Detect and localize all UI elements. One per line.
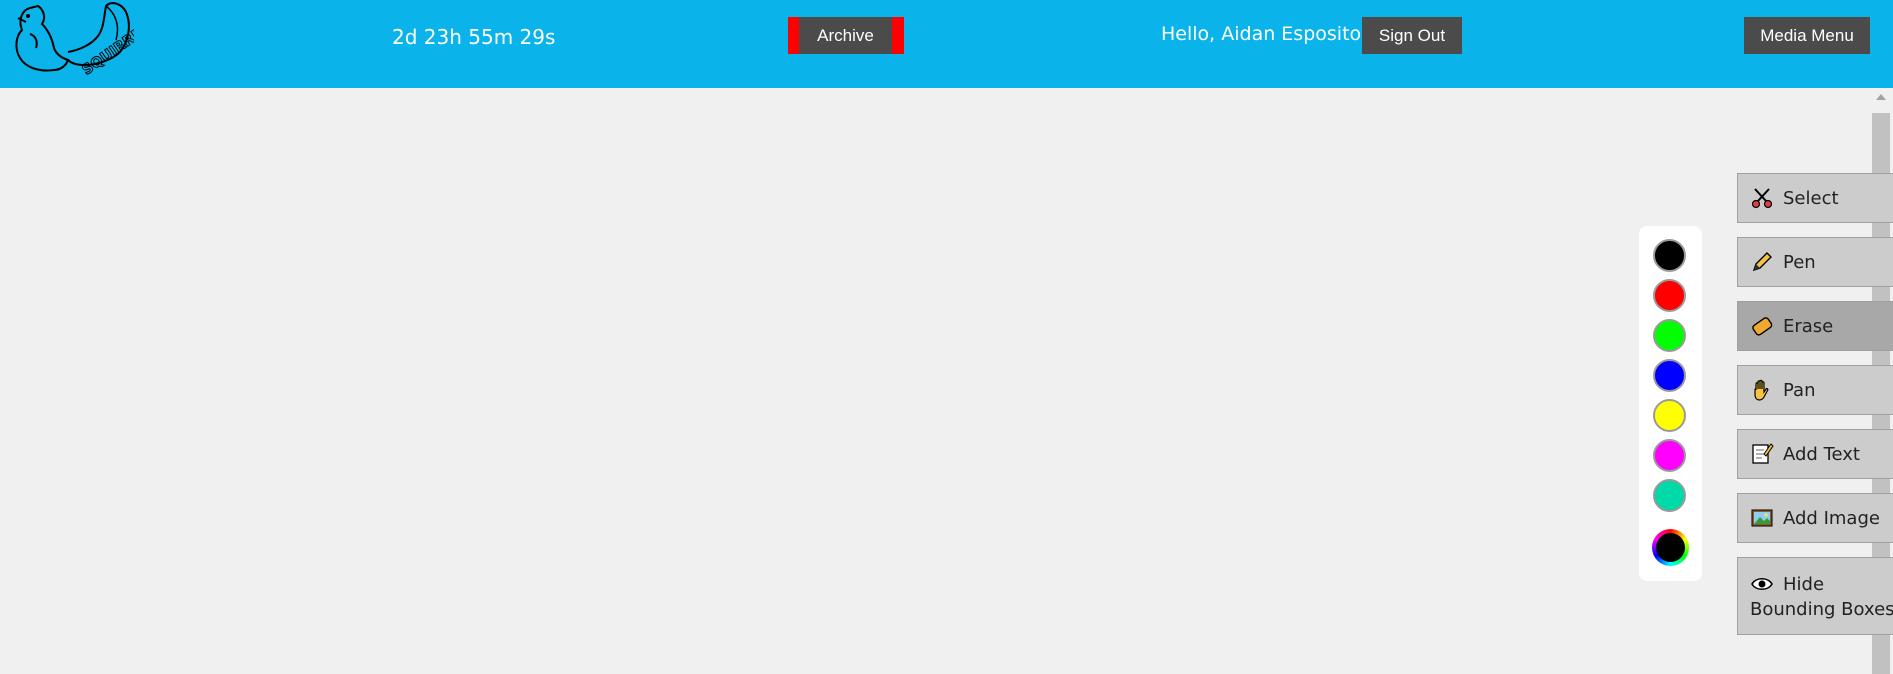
sign-out-button[interactable]: Sign Out [1362, 17, 1462, 54]
archive-button[interactable]: Archive [799, 17, 892, 54]
tool-label: Pen [1783, 251, 1816, 273]
tool-select-button[interactable]: Select [1737, 173, 1893, 223]
tool-label: Add Image [1783, 507, 1880, 529]
color-swatch-teal[interactable] [1653, 479, 1686, 512]
tool-pan-button[interactable]: Pan [1737, 365, 1893, 415]
top-bar: SQUIRREL 2d 23h 55m 29s Archive Hello, A… [0, 0, 1893, 88]
color-swatch-yellow[interactable] [1653, 399, 1686, 432]
color-swatch-red[interactable] [1653, 279, 1686, 312]
user-greeting: Hello, Aidan Esposito [1161, 23, 1362, 45]
tool-label: Erase [1783, 315, 1834, 337]
svg-text:SQUIRREL: SQUIRREL [79, 20, 134, 76]
hand-icon [1754, 379, 1769, 401]
media-menu-button[interactable]: Media Menu [1744, 17, 1870, 54]
color-swatch-black[interactable] [1653, 239, 1686, 272]
squirrel-logo: SQUIRREL [15, 2, 134, 76]
tool-erase-button[interactable]: Erase [1737, 301, 1893, 351]
picture-icon [1751, 509, 1773, 527]
eye-icon [1751, 578, 1773, 590]
tool-hide-bounding-boxes-button[interactable]: Hide Bounding Boxes [1737, 557, 1893, 635]
pencil-icon [1752, 252, 1772, 272]
scissors-icon [1751, 188, 1773, 209]
scroll-up-arrow-icon[interactable] [1876, 94, 1886, 100]
tool-label-line1: Hide [1783, 573, 1825, 595]
color-swatch-green[interactable] [1653, 319, 1686, 352]
custom-color-preview [1656, 533, 1685, 562]
tool-add-text-button[interactable]: Add Text [1737, 429, 1893, 479]
tool-add-image-button[interactable]: Add Image [1737, 493, 1893, 543]
countdown-timer: 2d 23h 55m 29s [392, 25, 556, 49]
color-swatch-blue[interactable] [1653, 359, 1686, 392]
tool-label: Pan [1783, 379, 1816, 401]
tool-label-line2: Bounding Boxes [1750, 599, 1893, 620]
custom-color-picker[interactable] [1652, 529, 1689, 566]
eraser-icon [1752, 317, 1773, 336]
color-swatch-magenta[interactable] [1653, 439, 1686, 472]
color-palette [1639, 226, 1702, 581]
note-icon [1752, 443, 1774, 464]
tool-pen-button[interactable]: Pen [1737, 237, 1893, 287]
tool-label: Select [1783, 187, 1839, 209]
tool-label: Add Text [1783, 443, 1860, 465]
